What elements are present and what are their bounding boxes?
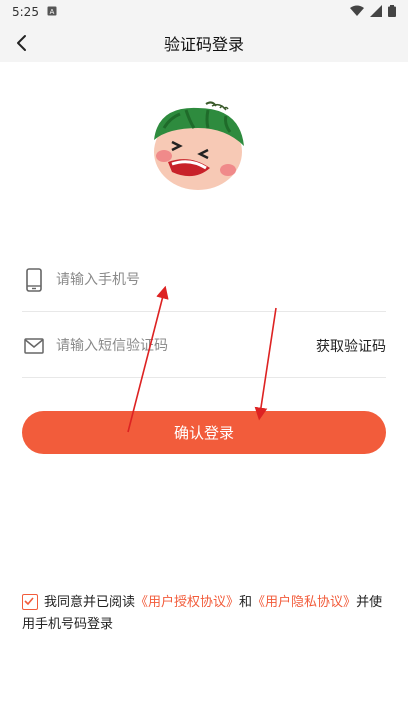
app-bar: 验证码登录 [0,24,408,62]
login-button[interactable]: 确认登录 [22,411,386,454]
agreement-text-2: 和 [239,595,253,610]
code-field: 获取验证码 [22,314,386,378]
get-code-button[interactable]: 获取验证码 [316,336,386,356]
phone-field [22,248,386,312]
agreement-checkbox[interactable] [22,593,38,610]
svg-text:A: A [50,9,55,16]
back-button[interactable] [10,32,32,54]
user-privacy-link[interactable]: 《用户隐私协议》 [252,595,356,610]
battery-icon [388,4,396,20]
page-title: 验证码登录 [163,35,244,54]
signal-icon [370,4,382,20]
a-icon: A [47,5,57,19]
chevron-left-icon [17,35,26,51]
phone-input[interactable] [54,270,298,289]
mail-icon [22,334,46,358]
user-authorization-link[interactable]: 《用户授权协议》 [135,595,239,610]
status-left: 5:25 A [12,5,57,19]
status-right [350,4,396,20]
agreement: 我同意并已阅读《用户授权协议》和《用户隐私协议》并使用手机号码登录 [22,592,386,636]
status-time: 5:25 [12,5,39,19]
phone-icon [22,267,46,292]
agreement-text-1: 我同意并已阅读 [44,595,136,610]
code-input[interactable] [54,336,298,355]
wifi-icon [350,5,364,20]
watermelon-face-icon [150,98,246,194]
status-bar: 5:25 A [0,0,408,24]
